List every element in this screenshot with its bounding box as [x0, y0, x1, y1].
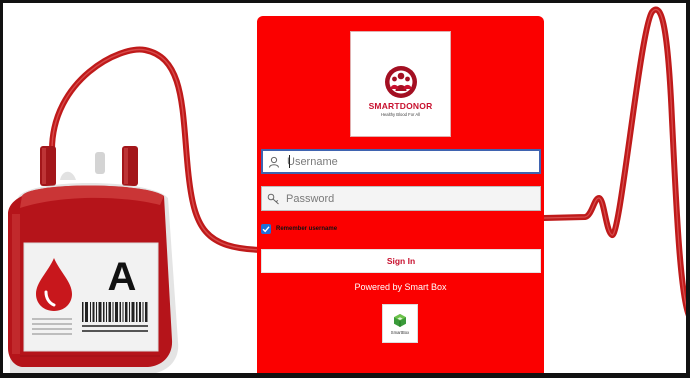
blood-type-label: A — [108, 255, 137, 299]
remember-username[interactable]: Remember username — [261, 224, 337, 234]
checkmark-icon — [262, 226, 270, 233]
donor-family-icon — [384, 66, 417, 98]
password-input[interactable] — [284, 192, 526, 205]
smartbox-label: SmartBox — [390, 329, 410, 335]
username-field[interactable] — [261, 149, 541, 174]
password-field[interactable] — [261, 186, 541, 211]
powered-by-text: Powered by Smart Box — [354, 282, 447, 292]
login-panel: SMARTDONOR Healthy Blood For All Rememb — [257, 16, 544, 378]
smartbox-logo[interactable]: SmartBox — [382, 304, 418, 343]
text-cursor — [289, 155, 290, 168]
username-input[interactable] — [285, 155, 527, 168]
blood-bag — [8, 183, 179, 374]
logo-title: SMARTDONOR — [368, 101, 433, 111]
smartbox-cube-icon — [394, 313, 406, 327]
smartdonor-logo: SMARTDONOR Healthy Blood For All — [350, 31, 451, 137]
bag-ports — [40, 146, 138, 186]
sign-in-button[interactable]: Sign In — [261, 249, 541, 273]
user-icon — [263, 151, 285, 172]
logo-tagline: Healthy Blood For All — [380, 112, 421, 117]
key-icon — [262, 187, 284, 210]
remember-label: Remember username — [276, 226, 338, 232]
remember-checkbox[interactable] — [261, 224, 271, 234]
